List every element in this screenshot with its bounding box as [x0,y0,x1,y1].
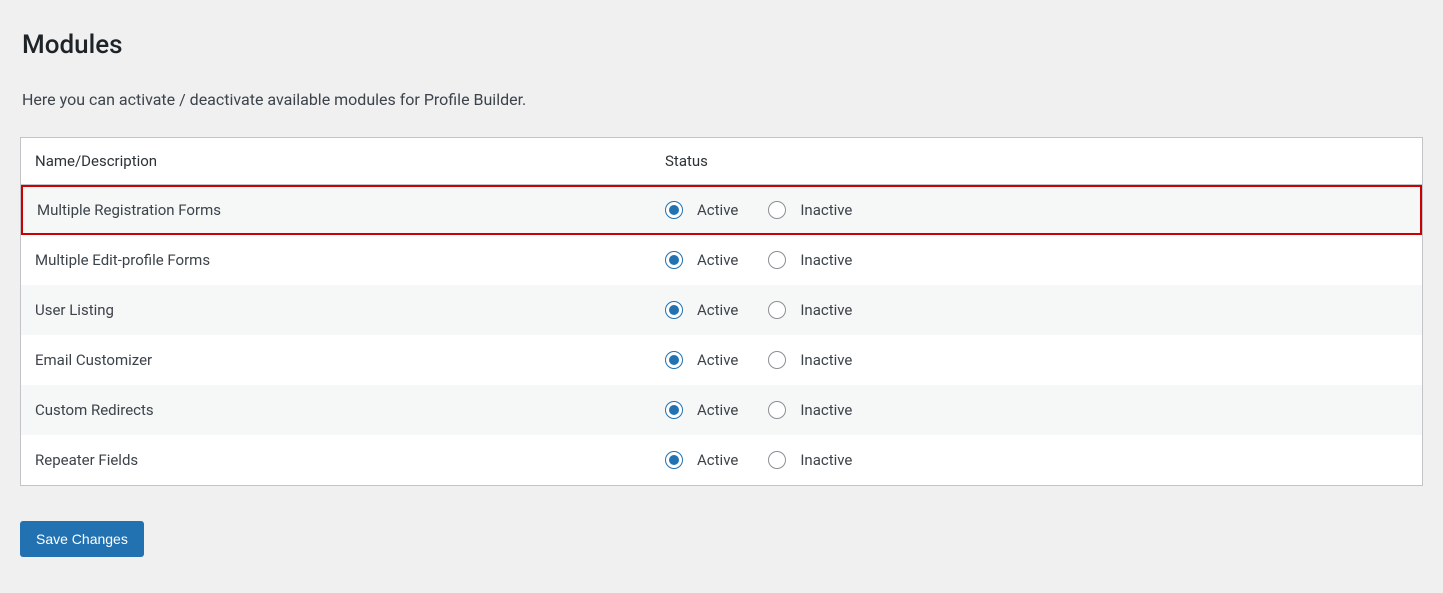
radio-group-active: Active [665,251,738,269]
radio-inactive-label[interactable]: Inactive [800,301,852,319]
table-row: Email Customizer Active Inactive [21,335,1422,385]
radio-group-active: Active [665,351,738,369]
module-name: Multiple Edit-profile Forms [21,237,651,283]
radio-active-label[interactable]: Active [697,301,738,319]
radio-active-label[interactable]: Active [697,351,738,369]
module-status: Active Inactive [651,191,1420,229]
table-row: Repeater Fields Active Inactive [21,435,1422,485]
radio-group-inactive: Inactive [768,401,852,419]
radio-group-active: Active [665,401,738,419]
radio-active[interactable] [665,301,683,319]
radio-inactive-label[interactable]: Inactive [800,451,852,469]
radio-inactive[interactable] [768,451,786,469]
module-name: Repeater Fields [21,437,651,483]
radio-active-label[interactable]: Active [697,251,738,269]
radio-group-inactive: Inactive [768,201,852,219]
module-status: Active Inactive [651,241,1422,279]
module-status: Active Inactive [651,391,1422,429]
module-name: User Listing [21,287,651,333]
table-row: Custom Redirects Active Inactive [21,385,1422,435]
save-button[interactable]: Save Changes [20,521,144,557]
radio-active-label[interactable]: Active [697,401,738,419]
radio-group-active: Active [665,451,738,469]
radio-inactive[interactable] [768,401,786,419]
radio-inactive-label[interactable]: Inactive [800,201,852,219]
radio-inactive[interactable] [768,201,786,219]
radio-active-label[interactable]: Active [697,201,738,219]
radio-inactive[interactable] [768,301,786,319]
radio-inactive[interactable] [768,351,786,369]
radio-inactive[interactable] [768,251,786,269]
radio-group-inactive: Inactive [768,251,852,269]
table-row: Multiple Registration Forms Active Inactiv… [21,185,1422,235]
header-status: Status [651,138,1422,184]
radio-active[interactable] [665,401,683,419]
radio-group-active: Active [665,201,738,219]
radio-group-inactive: Inactive [768,351,852,369]
radio-active[interactable] [665,351,683,369]
radio-active[interactable] [665,451,683,469]
radio-inactive-label[interactable]: Inactive [800,251,852,269]
radio-group-inactive: Inactive [768,301,852,319]
radio-active[interactable] [665,201,683,219]
radio-group-active: Active [665,301,738,319]
table-header: Name/Description Status [21,138,1422,185]
module-status: Active Inactive [651,441,1422,479]
module-name: Custom Redirects [21,387,651,433]
page-description: Here you can activate / deactivate avail… [22,90,1423,109]
table-row: Multiple Edit-profile Forms Active Inactiv… [21,235,1422,285]
radio-active[interactable] [665,251,683,269]
header-name: Name/Description [21,138,651,184]
modules-table: Name/Description Status Multiple Registr… [20,137,1423,486]
radio-active-label[interactable]: Active [697,451,738,469]
radio-group-inactive: Inactive [768,451,852,469]
radio-inactive-label[interactable]: Inactive [800,351,852,369]
table-row: User Listing Active Inactive [21,285,1422,335]
module-name: Multiple Registration Forms [23,187,651,233]
module-status: Active Inactive [651,291,1422,329]
radio-inactive-label[interactable]: Inactive [800,401,852,419]
page-title: Modules [22,30,1423,60]
module-status: Active Inactive [651,341,1422,379]
module-name: Email Customizer [21,337,651,383]
table-body: Multiple Registration Forms Active Inactiv… [21,185,1422,485]
